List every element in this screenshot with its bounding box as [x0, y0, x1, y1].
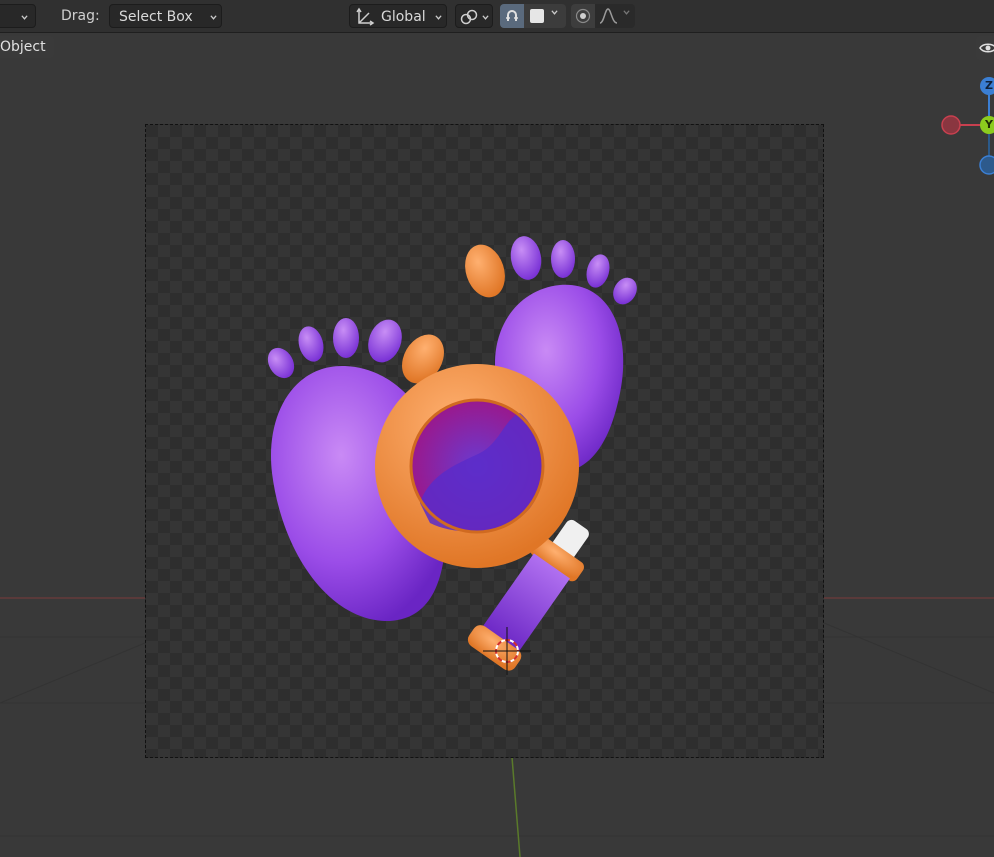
snap-target-dropdown[interactable] [526, 4, 566, 28]
mode-dropdown[interactable] [0, 4, 36, 28]
transform-orientation-dropdown[interactable]: Global [349, 4, 447, 28]
proportional-toggle[interactable] [571, 4, 595, 28]
drag-select-dropdown[interactable]: Select Box [109, 4, 222, 28]
chevron-down-icon [482, 15, 489, 20]
proportional-group [571, 4, 635, 28]
gizmo-z-negative [979, 155, 994, 175]
pivot-point-dropdown[interactable] [455, 4, 493, 28]
chevron-down-icon [21, 15, 28, 20]
proportional-icon [575, 8, 591, 24]
gizmo-y-label: Y [985, 118, 993, 131]
drag-label: Drag: [61, 8, 100, 24]
snap-icon [506, 10, 518, 21]
orientation-icon [356, 7, 375, 26]
eye-icon [979, 43, 994, 53]
3d-viewport[interactable]: Z Y [0, 33, 994, 857]
gizmo-x-negative [941, 115, 961, 135]
header-toolbar: Drag: Select Box Global [0, 0, 994, 33]
chevron-down-icon [623, 10, 630, 15]
object-mode-tab[interactable]: Object [0, 36, 54, 58]
link-icon [460, 9, 478, 25]
drag-select-value: Select Box [119, 9, 193, 25]
snap-toggle[interactable] [500, 4, 524, 28]
footprint-magnifier-object[interactable] [0, 33, 994, 857]
gizmo-z-label: Z [985, 79, 993, 92]
chevron-down-icon [210, 15, 217, 20]
falloff-icon [599, 8, 618, 24]
chevron-down-icon [435, 15, 442, 20]
snap-increment-swatch [530, 9, 544, 23]
falloff-dropdown[interactable] [597, 4, 635, 28]
snap-group [500, 4, 566, 28]
orientation-value: Global [381, 9, 426, 25]
chevron-down-icon [551, 10, 558, 15]
visibility-button[interactable] [976, 36, 994, 60]
magnifier-lens [375, 364, 579, 568]
object-mode-label: Object [0, 39, 46, 55]
